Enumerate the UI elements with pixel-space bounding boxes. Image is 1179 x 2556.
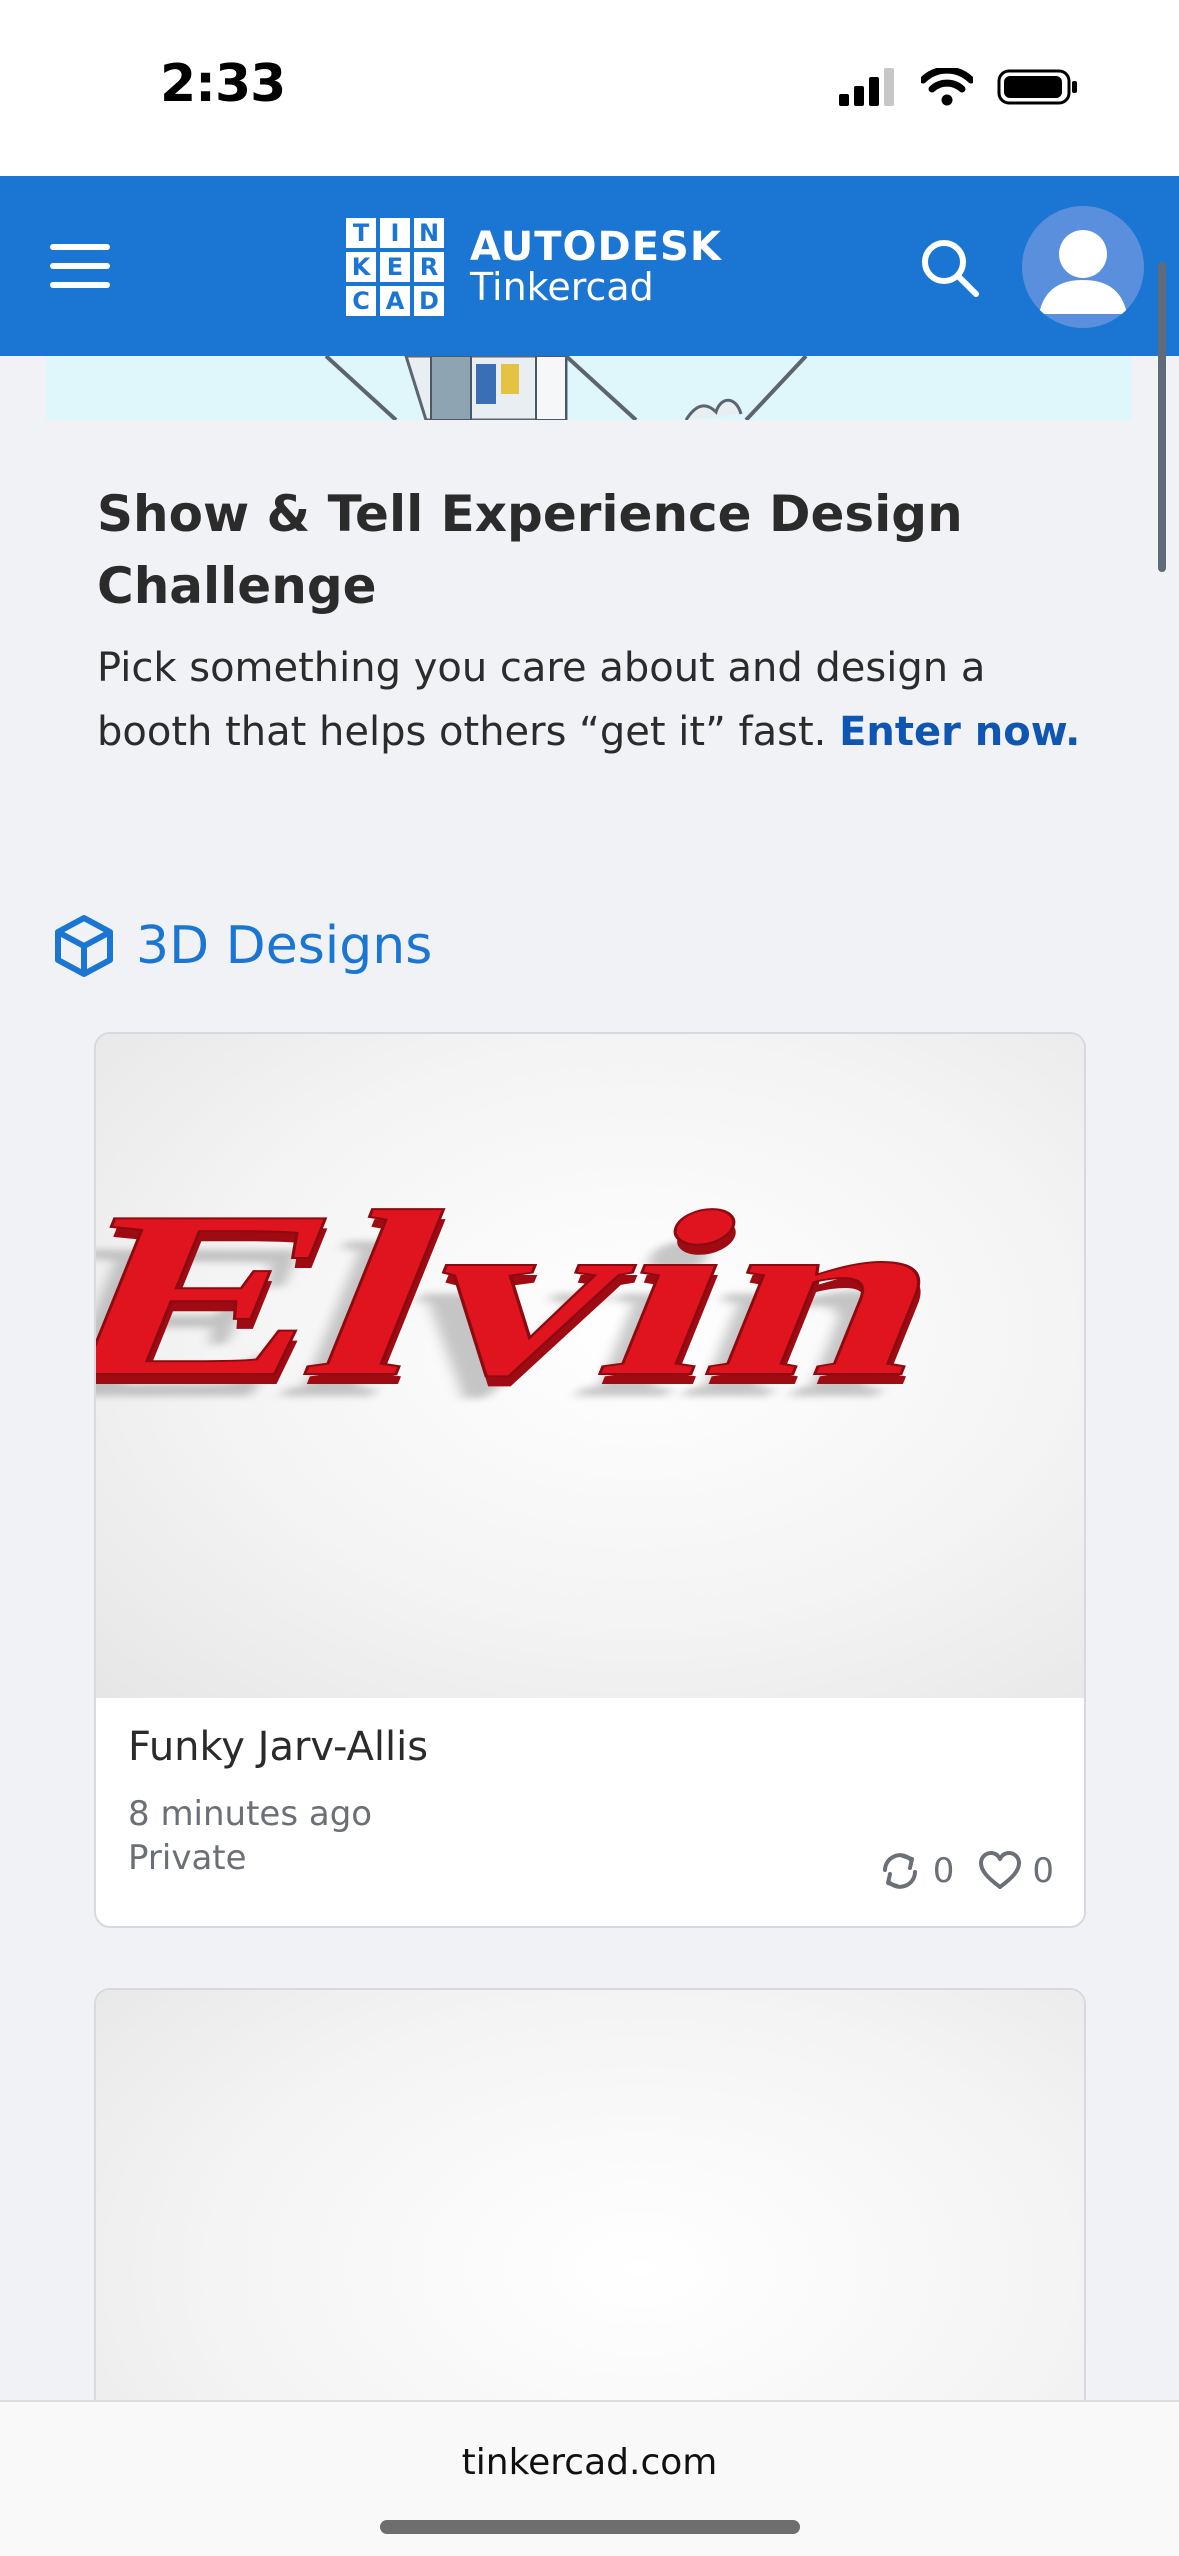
- design-stats: 0 0: [877, 1848, 1054, 1894]
- status-bar: 2:33: [0, 0, 1179, 176]
- challenge-description-block: Pick something you care about and design…: [97, 636, 1097, 764]
- browser-bottom-bar: tinkercad.com: [0, 2400, 1179, 2556]
- challenge-title: Show & Tell Experience Design Challenge: [97, 485, 963, 615]
- cube-icon: [55, 915, 113, 977]
- design-card-info: Funky Jarv-Allis 8 minutes ago Private 0…: [96, 1698, 1084, 1926]
- status-icons: [839, 62, 1079, 112]
- brand-product: Tinkercad: [470, 265, 654, 310]
- search-icon: [922, 240, 979, 297]
- app-header: T I N K E R C A D AUTODESK Tinkercad: [0, 176, 1179, 356]
- home-indicator[interactable]: [380, 2520, 800, 2534]
- battery-icon: [997, 69, 1077, 105]
- design-3d-text-model: Elvin Elvin Elvin: [96, 1161, 994, 1445]
- wifi-icon: [921, 68, 973, 106]
- enter-now-link[interactable]: Enter now.: [839, 709, 1080, 755]
- section-title: 3D Designs: [136, 916, 433, 976]
- page: 2:33 T I N K E R C A D AUTODESK Tinkerca…: [0, 0, 1179, 2556]
- remix-count: 0: [932, 1851, 955, 1891]
- user-avatar-icon: [1039, 230, 1127, 314]
- 3d-designs-header[interactable]: 3D Designs: [52, 914, 432, 978]
- status-time: 2:33: [160, 54, 286, 114]
- challenge-banner-image[interactable]: [46, 356, 1132, 420]
- banner-illustration: [324, 356, 808, 420]
- page-scrollbar[interactable]: [1158, 262, 1166, 572]
- autodesk-tinkercad-logo[interactable]: T I N K E R C A D AUTODESK Tinkercad: [346, 218, 722, 316]
- browser-url[interactable]: tinkercad.com: [0, 2442, 1179, 2483]
- brand-company: AUTODESK: [470, 224, 722, 271]
- user-avatar[interactable]: [1022, 206, 1144, 328]
- remix-icon: [882, 1853, 917, 1889]
- svg-text:Elvin: Elvin: [96, 1162, 992, 1425]
- hamburger-menu-icon: [50, 244, 110, 250]
- heart-icon[interactable]: [978, 1851, 1022, 1891]
- design-timestamp: 8 minutes ago: [128, 1794, 373, 1834]
- tinkercad-logo-grid: T I N K E R C A D: [346, 218, 444, 316]
- design-card[interactable]: Elvin Elvin Elvin Funky Jarv-Allis 8 min…: [94, 1032, 1086, 1928]
- menu-button[interactable]: [48, 234, 112, 298]
- challenge-section: Show & Tell Experience Design Challenge …: [97, 478, 1097, 764]
- like-count: 0: [1032, 1851, 1054, 1891]
- design-thumbnail[interactable]: Elvin Elvin Elvin: [96, 1034, 1084, 1698]
- brand-text: AUTODESK Tinkercad: [470, 226, 722, 308]
- cellular-signal-icon: [839, 68, 894, 106]
- search-button[interactable]: [918, 236, 982, 300]
- design-title[interactable]: Funky Jarv-Allis: [128, 1724, 1052, 1770]
